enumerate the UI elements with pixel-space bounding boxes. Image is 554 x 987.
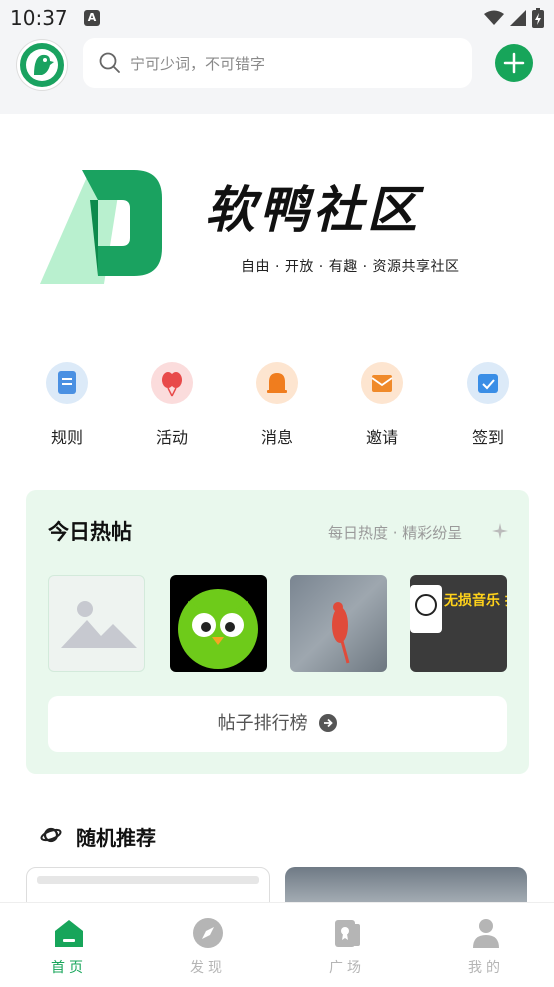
nav-profile[interactable]: 我的 (446, 917, 526, 977)
hot-post-thumbnail[interactable]: 无损音乐 批量下载 入歌单超多音 (410, 575, 507, 672)
bottom-navigation: 首页 发现 广场 我的 (0, 902, 554, 987)
nav-label: 我的 (468, 960, 504, 976)
nav-discover[interactable]: 发现 (168, 917, 248, 977)
user-icon (470, 917, 502, 949)
status-time: 10:37 (10, 6, 68, 30)
hot-post-thumbnail[interactable] (170, 575, 267, 672)
thumbnail-promo-text: 无损音乐 批量下载 入歌单超多音 (444, 593, 507, 609)
signal-icon (510, 10, 526, 26)
recommend-card[interactable] (26, 867, 270, 907)
quick-action-rules[interactable]: 规则 (27, 362, 107, 448)
nav-label: 首页 (51, 960, 87, 976)
nav-label: 发现 (190, 960, 226, 976)
quick-action-label: 邀请 (365, 428, 398, 447)
hot-posts-subtitle: 每日热度 · 精彩纷呈 (328, 524, 463, 542)
calendar-check-icon (467, 362, 509, 404)
search-placeholder: 宁可少词，不可错字 (130, 55, 266, 73)
battery-icon (532, 8, 544, 28)
quick-action-label: 活动 (155, 428, 188, 447)
quick-action-label: 签到 (471, 428, 504, 447)
duck-logo-avatar[interactable] (17, 40, 67, 90)
wifi-icon (484, 10, 504, 25)
card-preview (37, 876, 259, 884)
quick-action-label: 消息 (260, 428, 293, 447)
quick-action-invite[interactable]: 邀请 (342, 362, 422, 448)
planet-icon (40, 827, 62, 843)
post-ranking-label: 帖子排行榜 (217, 713, 308, 734)
compass-icon (192, 917, 224, 949)
plus-icon (503, 52, 525, 74)
quick-action-events[interactable]: 活动 (132, 362, 212, 448)
hot-posts-card: 今日热帖 每日热度 · 精彩纷呈 无损音乐 批量 (26, 490, 529, 774)
add-post-button[interactable] (495, 44, 533, 82)
banner-subtitle: 自由 · 开放 · 有趣 · 资源共享社区 (241, 259, 460, 275)
cards-icon (331, 917, 363, 949)
image-placeholder-icon (61, 601, 137, 648)
home-icon (53, 917, 85, 949)
recommend-card[interactable] (285, 867, 527, 907)
owl-icon (178, 589, 258, 669)
brand-logo-icon (40, 170, 162, 284)
status-bar: 10:37 A (0, 0, 554, 36)
document-icon (46, 362, 88, 404)
bird-photo-icon (332, 602, 350, 664)
nav-square[interactable]: 广场 (307, 917, 387, 977)
post-ranking-button[interactable]: 帖子排行榜 (48, 696, 507, 752)
sparkle-icon (492, 523, 508, 539)
top-bar: 宁可少词，不可错字 (0, 36, 554, 98)
hot-posts-title: 今日热帖 (48, 520, 132, 544)
arrow-right-circle-icon (319, 714, 338, 732)
nav-home[interactable]: 首页 (29, 917, 109, 977)
nav-label: 广场 (329, 960, 365, 976)
bell-icon (256, 362, 298, 404)
search-icon (99, 52, 120, 73)
balloon-icon (151, 362, 193, 404)
notification-a-icon: A (84, 10, 100, 26)
hot-post-thumbnail[interactable] (290, 575, 387, 672)
quick-action-messages[interactable]: 消息 (237, 362, 317, 448)
random-recommend-title: 随机推荐 (76, 826, 156, 850)
duck-icon (26, 49, 58, 81)
hot-post-thumbnail[interactable] (48, 575, 145, 672)
envelope-icon (361, 362, 403, 404)
quick-action-checkin[interactable]: 签到 (448, 362, 528, 448)
quick-action-label: 规则 (50, 428, 83, 447)
banner-title: 软鸭社区 (205, 181, 421, 239)
search-input[interactable]: 宁可少词，不可错字 (83, 38, 472, 88)
